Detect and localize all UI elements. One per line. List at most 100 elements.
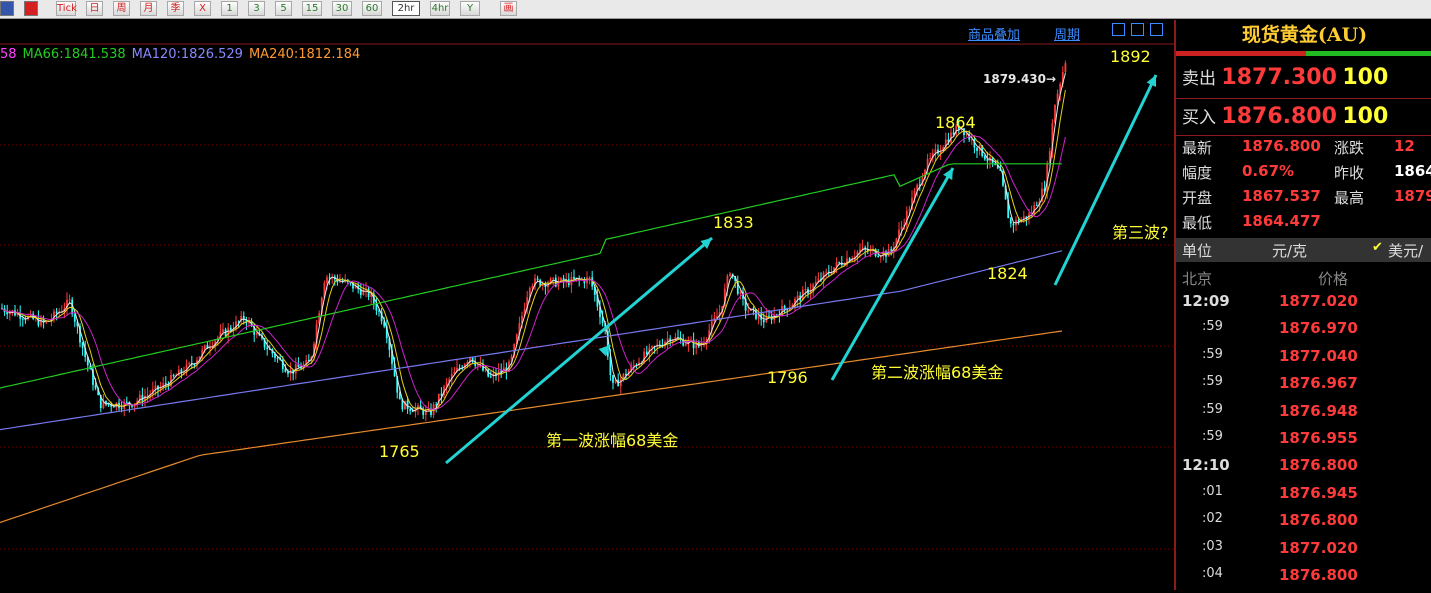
tick-time: :59 [1202, 346, 1223, 362]
unit-label: 单位 [1182, 242, 1213, 260]
ma-legend-item: 58 [0, 47, 17, 62]
tick-row[interactable]: :03 1877.020 [1176, 539, 1431, 566]
tick-row[interactable]: 12:10 1876.800 [1176, 456, 1431, 483]
period-button-10[interactable]: 5 [275, 1, 292, 16]
sell-price: 1877.300 [1221, 65, 1337, 90]
bid-bar [1176, 51, 1306, 56]
price-chart[interactable] [0, 20, 1174, 590]
candle-body [1035, 205, 1038, 207]
candle-body [367, 288, 370, 298]
candle-body [172, 375, 175, 377]
instrument-title: 现货黄金(AU) [1241, 24, 1368, 46]
candle-body [40, 318, 42, 326]
chart-icon[interactable] [24, 1, 38, 16]
check-icon[interactable]: ✔ [1372, 240, 1383, 255]
quote-panel: 现货黄金(AU) 卖出 1877.300 100 买入 1876.800 100… [1174, 20, 1431, 590]
candle-body [983, 155, 986, 160]
period-button-5[interactable]: 月 [140, 1, 157, 16]
period-button-12[interactable]: 30 [332, 1, 352, 16]
tick-row[interactable]: :59 1877.040 [1176, 347, 1431, 374]
expand-icon[interactable] [1131, 23, 1144, 36]
tick-row[interactable]: 12:09 1877.020 [1176, 292, 1431, 319]
shrink-icon[interactable] [1112, 23, 1125, 36]
period-button-9[interactable]: 3 [248, 1, 265, 16]
tick-header-price: 价格 [1318, 270, 1349, 288]
annotation-wave2: 第二波涨幅68美金 [871, 363, 1004, 382]
candle-body [409, 409, 412, 411]
period-link[interactable]: 周期 [1054, 24, 1080, 43]
sell-row[interactable]: 卖出 1877.300 100 [1182, 64, 1388, 90]
overlay-link[interactable]: 商品叠加 [968, 24, 1020, 43]
candle-body [125, 401, 128, 403]
candle-body [55, 311, 58, 314]
tick-row[interactable]: :02 1876.800 [1176, 511, 1431, 538]
stat-label: 最新 [1182, 139, 1213, 157]
tick-time: :02 [1202, 511, 1223, 527]
tick-row[interactable]: :59 1876.970 [1176, 319, 1431, 346]
tick-row[interactable]: :01 1876.945 [1176, 484, 1431, 511]
buy-row[interactable]: 买入 1876.800 100 [1182, 103, 1388, 129]
period-button-6[interactable]: 季 [167, 1, 184, 16]
period-button-17[interactable]: 画 [500, 1, 517, 16]
annotation-1833: 1833 [713, 213, 754, 232]
candle-body [203, 345, 206, 350]
annotation-wave1: 第一波涨幅68美金 [546, 431, 679, 450]
tick-price: 1876.955 [1279, 429, 1358, 447]
split-view-icon[interactable] [1150, 23, 1163, 36]
tick-row[interactable]: :59 1876.955 [1176, 429, 1431, 456]
candle-body [21, 318, 24, 320]
period-button-7[interactable]: X [194, 1, 211, 16]
period-button-8[interactable]: 1 [221, 1, 238, 16]
candle-body [684, 344, 687, 346]
candle-body [588, 277, 591, 279]
tick-price: 1876.800 [1279, 511, 1358, 530]
candle-body [877, 256, 880, 258]
stat-value: 0.67% [1242, 162, 1295, 180]
annotation-1892: 1892 [1110, 47, 1151, 66]
sell-label: 卖出 [1182, 69, 1216, 89]
stat-value: 1864 [1394, 162, 1431, 180]
buy-label: 买入 [1182, 108, 1216, 128]
candle-body [796, 295, 799, 300]
tick-row[interactable]: :59 1876.967 [1176, 374, 1431, 401]
tick-time: :04 [1202, 566, 1223, 581]
toolbar: Tick 日周月季 X 1 3 5 15 30 60 2hr 4hr Y 画 [0, 0, 1431, 19]
candle-body [1009, 218, 1012, 224]
stat-label: 最高 [1334, 189, 1365, 207]
table-icon[interactable] [0, 1, 14, 16]
candle-body [107, 404, 110, 406]
period-button-16[interactable]: Y [460, 1, 480, 16]
period-button-11[interactable]: 15 [302, 1, 322, 16]
tick-price: 1876.967 [1279, 374, 1358, 393]
period-button-15[interactable]: 4hr [430, 1, 450, 16]
period-button-14[interactable]: 2hr [392, 1, 420, 16]
period-button-4[interactable]: 周 [113, 1, 130, 16]
stat-value: 1864.477 [1242, 212, 1321, 230]
last-price-label: 1879.430→ [983, 72, 1057, 86]
candle-body [266, 347, 269, 350]
buy-price: 1876.800 [1221, 104, 1337, 129]
tick-row[interactable]: :04 1876.800 [1176, 566, 1431, 593]
candle-body [929, 157, 932, 160]
ma-legend-item: MA120:1826.529 [131, 47, 243, 62]
candle-body [326, 277, 328, 284]
currency-label[interactable]: 美元/ [1388, 240, 1423, 261]
period-button-2[interactable]: Tick [56, 1, 77, 16]
candle-body [440, 393, 443, 396]
candle-body [900, 226, 903, 230]
divider [1176, 135, 1431, 136]
ma-legend-item: MA66:1841.538 [22, 47, 126, 62]
tick-time: :59 [1202, 374, 1223, 390]
tick-time: :01 [1202, 483, 1223, 499]
tick-row[interactable]: :59 1876.948 [1176, 402, 1431, 429]
candle-body [619, 379, 622, 387]
period-button-13[interactable]: 60 [362, 1, 382, 16]
candle-body [229, 327, 232, 331]
annotation-1796: 1796 [767, 368, 808, 387]
candle-body [729, 273, 731, 276]
period-button-3[interactable]: 日 [86, 1, 103, 16]
candle-body [552, 277, 555, 279]
candle-body [612, 375, 614, 383]
ma-legend: 58 MA66:1841.538 MA120:1826.529 MA240:1812.… [0, 47, 366, 62]
stat-value: 1867.537 [1242, 187, 1321, 205]
